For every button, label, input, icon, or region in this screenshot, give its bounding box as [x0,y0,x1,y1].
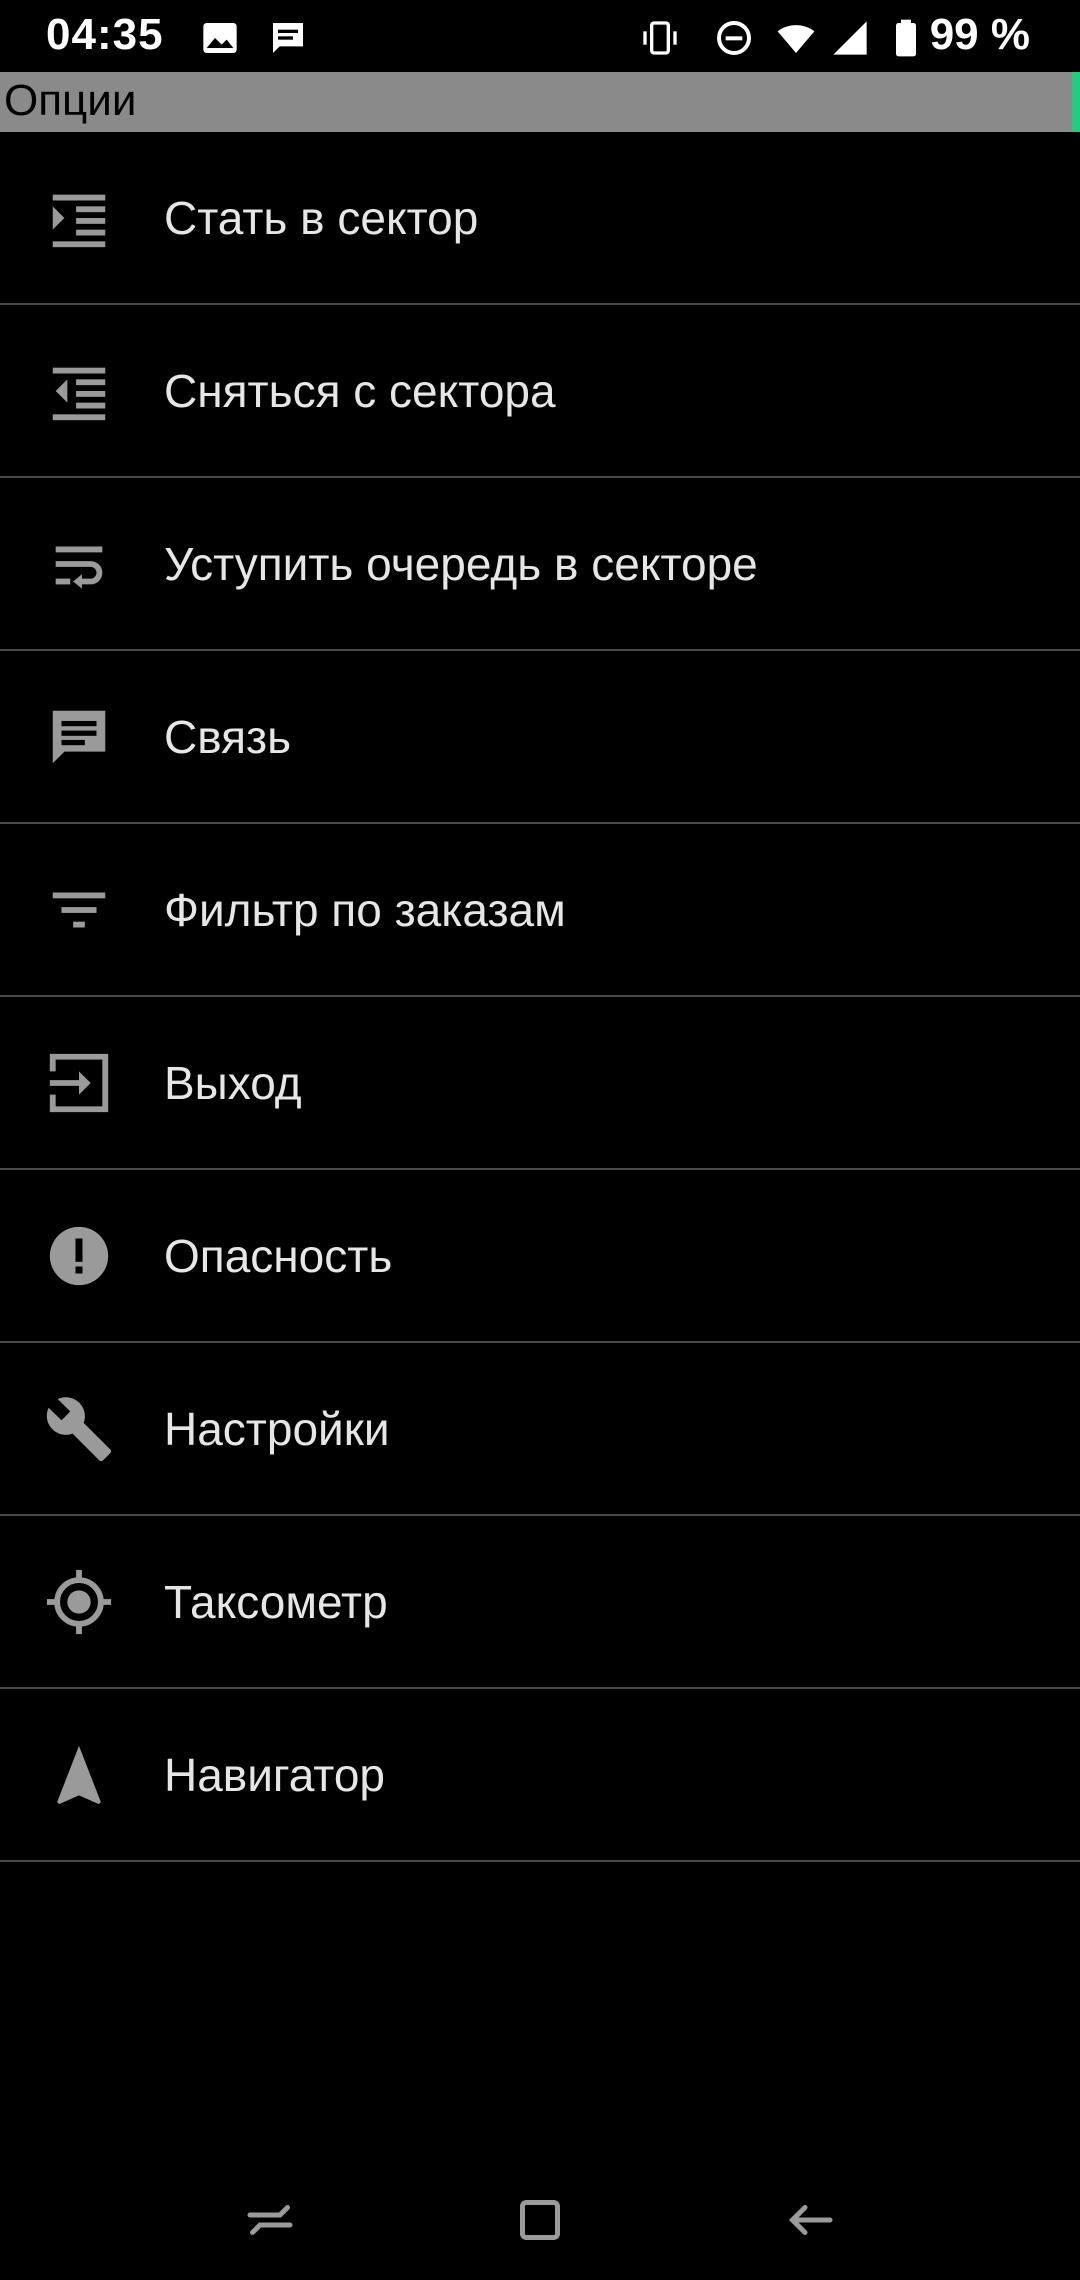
status-time: 04:35 [46,10,164,59]
menu-item-label: Выход [164,1056,302,1109]
back-icon[interactable] [780,2190,840,2250]
menu-item-danger[interactable]: Опасность [0,1170,1080,1343]
dnd-icon [714,18,754,58]
wrench-icon [44,1394,114,1464]
wifi-icon [776,18,816,58]
menu-item-order-filter[interactable]: Фильтр по заказам [0,824,1080,997]
menu-item-label: Навигатор [164,1748,385,1801]
menu-item-yield-queue[interactable]: Уступить очередь в секторе [0,478,1080,651]
menu-item-label: Сняться с сектора [164,364,556,417]
menu-item-label: Стать в сектор [164,191,479,244]
battery-icon [886,18,926,58]
message-icon [268,18,308,58]
recents-icon[interactable] [240,2190,300,2250]
battery-percent: 99 % [929,10,1030,59]
title-accent [1072,72,1080,132]
indent-increase-icon [44,183,114,253]
menu-item-taximeter[interactable]: Таксометр [0,1516,1080,1689]
menu-item-exit[interactable]: Выход [0,997,1080,1170]
target-icon [44,1567,114,1637]
navigation-icon [44,1740,114,1810]
title-bar: Опции [0,72,1080,132]
alert-icon [44,1221,114,1291]
vibrate-icon [640,18,680,58]
menu-item-label: Настройки [164,1402,390,1455]
menu-item-navigator[interactable]: Навигатор [0,1689,1080,1862]
menu-item-label: Связь [164,710,292,763]
menu-item-communication[interactable]: Связь [0,651,1080,824]
filter-icon [44,875,114,945]
menu-item-leave-sector[interactable]: Сняться с сектора [0,305,1080,478]
menu-item-settings[interactable]: Настройки [0,1343,1080,1516]
menu-item-label: Уступить очередь в секторе [164,537,758,590]
menu-item-label: Фильтр по заказам [164,883,566,936]
page-title: Опции [4,76,137,125]
menu-item-label: Таксометр [164,1575,388,1628]
indent-decrease-icon [44,356,114,426]
chat-icon [44,702,114,772]
home-icon[interactable] [510,2190,570,2250]
image-icon [200,18,240,58]
wrap-text-icon [44,529,114,599]
menu-item-label: Опасность [164,1229,393,1282]
status-bar: 04:35 99 % [0,0,1080,72]
menu-item-join-sector[interactable]: Стать в сектор [0,132,1080,305]
signal-icon [830,18,870,58]
options-menu: Стать в сектор Сняться с сектора Уступит… [0,132,1080,1862]
exit-icon [44,1048,114,1118]
system-nav-bar [0,2160,1080,2280]
